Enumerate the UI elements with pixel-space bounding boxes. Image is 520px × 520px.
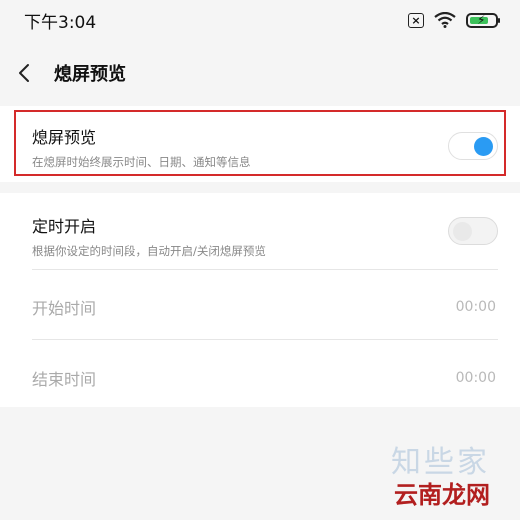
aod-setting-card: 熄屏预览 在熄屏时始终展示时间、日期、通知等信息 [0,106,520,182]
start-time-value: 00:00 [455,299,496,315]
aod-setting-subtitle: 在熄屏时始终展示时间、日期、通知等信息 [32,155,251,169]
aod-toggle[interactable] [448,132,498,160]
schedule-toggle[interactable] [448,217,498,245]
divider [32,339,498,340]
status-bar: 下午3:04 × ⚡ [0,0,520,40]
schedule-card: 定时开启 根据你设定的时间段，自动开启/关闭熄屏预览 开始时间 00:00 结束… [0,193,520,407]
aod-setting-title: 熄屏预览 [32,128,97,147]
end-time-label: 结束时间 [32,370,97,389]
schedule-setting-subtitle: 根据你设定的时间段，自动开启/关闭熄屏预览 [32,244,266,258]
toggle-knob [453,222,472,241]
chevron-left-icon[interactable] [16,63,32,83]
aod-setting-row[interactable]: 熄屏预览 在熄屏时始终展示时间、日期、通知等信息 [32,124,496,170]
watermark: 知些家 云南龙网 [391,437,490,510]
battery-charging-icon: ⚡ [466,12,500,28]
end-time-row: 结束时间 [32,366,496,390]
divider [32,269,498,270]
toggle-knob [474,137,493,156]
start-time-row: 开始时间 [32,295,496,319]
status-icons: × ⚡ [408,12,500,28]
wifi-icon [434,12,456,28]
sim-x-icon: × [408,12,424,28]
watermark-bottom: 云南龙网 [394,481,490,509]
start-time-label: 开始时间 [32,299,97,318]
header: 熄屏预览 [0,40,520,106]
page-title: 熄屏预览 [54,64,126,85]
end-time-value: 00:00 [455,370,496,386]
schedule-setting-row[interactable]: 定时开启 根据你设定的时间段，自动开启/关闭熄屏预览 [32,213,496,259]
status-time: 下午3:04 [24,12,97,33]
schedule-setting-title: 定时开启 [32,217,97,236]
